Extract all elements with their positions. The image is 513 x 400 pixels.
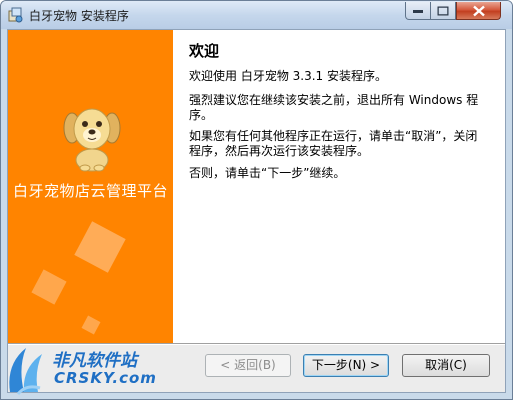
welcome-content: 欢迎 欢迎使用 白牙宠物 3.3.1 安装程序。 强烈建议您在继续该安装之前，退… xyxy=(173,30,505,343)
close-icon xyxy=(472,5,485,16)
watermark-logo-icon xyxy=(4,344,48,396)
brand-text: 白牙宠物店云管理平台 xyxy=(12,182,168,200)
decor-square xyxy=(81,315,101,335)
decor-square xyxy=(74,221,126,273)
watermark-name-cn: 非凡软件站 xyxy=(52,351,137,371)
title-bar[interactable]: 白牙宠物 安装程序 xyxy=(1,1,512,29)
minimize-icon xyxy=(413,9,423,13)
site-watermark: 非凡软件站 CRSKY.com xyxy=(0,340,170,400)
page-heading: 欢迎 xyxy=(189,42,220,60)
decor-square xyxy=(31,269,67,305)
advice-text: 强烈建议您在继续该安装之前，退出所有 Windows 程序。 xyxy=(189,93,479,122)
next-instruction-text: 否则，请单击“下一步”继续。 xyxy=(189,166,346,180)
dialog-body: 白牙宠物店云管理平台 欢迎 欢迎使用 白牙宠物 3.3.1 安装程序。 强烈建议… xyxy=(7,29,506,393)
minimize-button[interactable] xyxy=(405,2,431,20)
back-button[interactable]: < 返回(B) xyxy=(205,354,291,377)
side-banner: 白牙宠物店云管理平台 xyxy=(8,30,173,343)
watermark-name-en: CRSKY.com xyxy=(54,369,157,387)
installer-icon xyxy=(8,7,24,23)
cancel-instruction-text: 如果您有任何其他程序正在运行，请单击“取消”，关闭程序，然后再次运行该安装程序。 xyxy=(189,129,478,158)
window-title: 白牙宠物 安装程序 xyxy=(29,9,129,23)
cancel-button[interactable]: 取消(C) xyxy=(402,354,490,377)
dog-logo xyxy=(60,102,124,172)
maximize-button[interactable] xyxy=(430,2,456,20)
next-button[interactable]: 下一步(N) > xyxy=(303,354,389,377)
welcome-text: 欢迎使用 白牙宠物 3.3.1 安装程序。 xyxy=(189,69,387,83)
close-button[interactable] xyxy=(456,2,501,20)
maximize-icon xyxy=(437,6,449,15)
